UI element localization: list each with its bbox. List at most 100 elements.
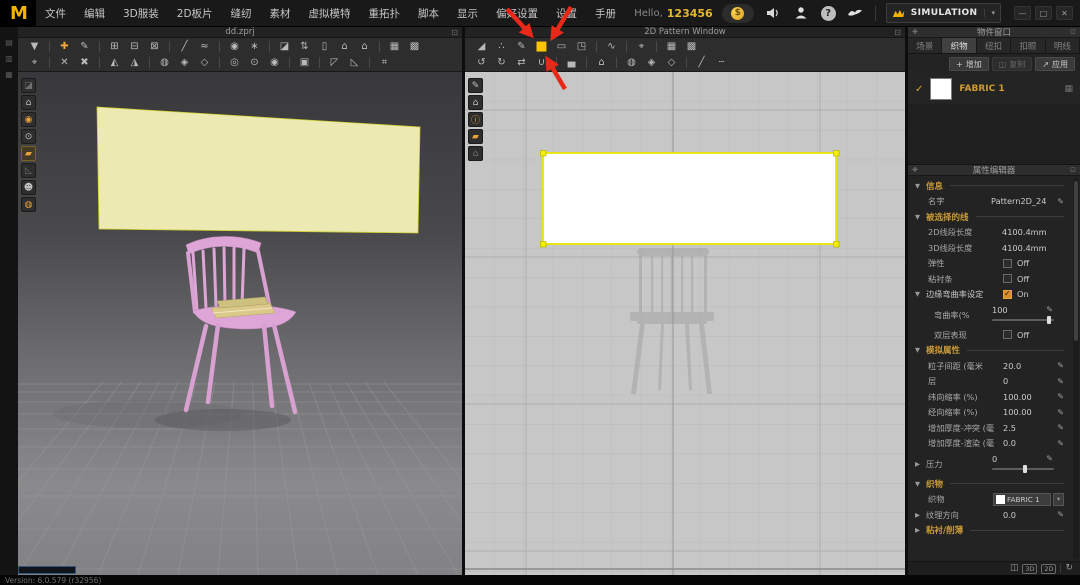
arrange-cloth-b-tool[interactable]: ◮ (125, 55, 144, 70)
symmetry-paste-tool[interactable]: ∪ (532, 55, 551, 70)
pressure-slider[interactable] (992, 465, 1054, 474)
arrange-cloth-a-tool[interactable]: ◭ (105, 55, 124, 70)
collapse-open-icon[interactable]: ▼ (915, 480, 924, 488)
measure-tool[interactable]: ⌗ (375, 55, 394, 70)
pin-tool[interactable]: ⊞ (105, 39, 124, 54)
trace-tool[interactable]: ⌖ (632, 39, 651, 54)
dock-grid-icon[interactable]: ▤ (5, 38, 13, 47)
fabric-dropdown[interactable]: FABRIC 1 (993, 493, 1051, 506)
menu-item-9[interactable]: 脚本 (409, 6, 448, 21)
iron-tool[interactable]: ▄ (562, 55, 581, 70)
edit-pencil-icon[interactable]: ✎ (1053, 361, 1064, 370)
thickness-render-value[interactable]: 0.0 (1003, 438, 1053, 448)
property-editor-titlebar[interactable]: ✚ 属性编辑器 ⊡ (908, 165, 1080, 176)
pattern-piece-2d[interactable] (543, 153, 836, 244)
mesh-quad-tool[interactable]: ◈ (175, 55, 194, 70)
curvature-slider[interactable] (992, 316, 1054, 325)
mesh-tri-tool[interactable]: ◇ (662, 55, 681, 70)
show-shirt-icon[interactable]: ⌂ (335, 39, 354, 54)
close-button[interactable]: ✕ (1056, 6, 1073, 20)
3d-view-button[interactable]: 3D (1022, 564, 1037, 574)
button-tool[interactable]: ◎ (225, 55, 244, 70)
unfold-tool[interactable]: ↺ (472, 55, 491, 70)
pose-avatar-tool[interactable]: ✖ (75, 55, 94, 70)
mode-caret-icon[interactable]: ▾ (984, 9, 995, 17)
pin-screen-tool[interactable]: ⊟ (125, 39, 144, 54)
property-editor-expand-icon[interactable]: ⊡ (1070, 166, 1076, 174)
edit-pencil-icon[interactable]: ✎ (1053, 510, 1064, 519)
coins-button[interactable]: $ (722, 4, 754, 23)
restore-button[interactable]: □ (1035, 6, 1052, 20)
weft-shrinkage-value[interactable]: 100.00 (1003, 392, 1053, 402)
show-avatar-garment-icon[interactable]: ⌂ (355, 39, 374, 54)
collapse-open-icon[interactable]: ▼ (915, 346, 924, 354)
layer-value[interactable]: 0 (1003, 376, 1053, 386)
curvature-checkbox[interactable] (1003, 290, 1012, 299)
environment-icon[interactable]: ◍ (21, 197, 36, 212)
transform-pattern-tool[interactable]: ◢ (472, 39, 491, 54)
collapse-closed-icon[interactable]: ▶ (915, 526, 924, 534)
pinch-tool[interactable]: ◉ (225, 39, 244, 54)
collapse-closed-icon[interactable]: ▶ (915, 460, 924, 468)
add-button[interactable]: +增加 (949, 57, 989, 71)
dock-grid2-icon[interactable]: ▥ (5, 54, 13, 63)
buttonhole-tool[interactable]: ⊙ (245, 55, 264, 70)
scrollbar-handle[interactable] (1074, 181, 1078, 341)
menu-item-2[interactable]: 编辑 (75, 6, 114, 21)
edit-pencil-icon[interactable]: ✎ (1053, 197, 1064, 206)
select-mesh-brush-tool[interactable]: ✎ (75, 39, 94, 54)
object-tab-1[interactable]: 场景 (908, 38, 942, 53)
walk-avatar-tool[interactable]: ⌖ (25, 55, 44, 70)
rectangle-tool[interactable]: ■ (532, 39, 551, 54)
object-window-titlebar[interactable]: ✚ 物件窗口 ⊡ (908, 27, 1080, 38)
pattern-pin-icon[interactable]: ⌂ (468, 95, 483, 110)
pattern-plane-3d[interactable] (97, 107, 420, 233)
edit-pencil-icon[interactable]: ✎ (1053, 392, 1064, 401)
flatten-left-tool[interactable]: ◸ (325, 55, 344, 70)
simulate-tool[interactable]: ▼ (25, 39, 44, 54)
minimize-button[interactable]: — (1014, 6, 1031, 20)
stitch-tool[interactable]: ╱ (692, 55, 711, 70)
double-layer-checkbox[interactable] (1003, 330, 1012, 339)
show-garment-disabled-icon[interactable]: ⌂ (468, 146, 483, 161)
speaker-icon[interactable] (765, 5, 782, 22)
window-3d-titlebar[interactable]: dd.zprj ⊡ (18, 27, 462, 38)
fabric-texture-icon[interactable]: ▦ (1064, 84, 1073, 94)
edit-curve-tool[interactable]: ✎ (512, 39, 531, 54)
show-shoe-icon[interactable]: ◺ (21, 163, 36, 178)
user-icon[interactable] (793, 5, 810, 22)
split-view-button[interactable]: ◫ (1010, 564, 1019, 573)
tack-tool[interactable]: ◍ (155, 55, 174, 70)
viewport-3d[interactable]: ◪⌂◉⊙▰◺☻◍ (18, 72, 462, 575)
menu-item-3[interactable]: 3D服装 (114, 6, 168, 21)
warp-shrinkage-value[interactable]: 100.00 (1003, 407, 1053, 417)
curvature-value[interactable]: 100 (992, 305, 1042, 315)
object-tab-3[interactable]: 纽扣 (977, 38, 1011, 53)
menu-item-11[interactable]: 偏好设置 (487, 6, 547, 21)
edit-pencil-icon[interactable]: ✎ (1053, 408, 1064, 417)
object-tab-4[interactable]: 扣眼 (1011, 38, 1045, 53)
show-garment-icon[interactable]: ⌂ (592, 55, 611, 70)
collapse-closed-icon[interactable]: ▶ (915, 511, 924, 519)
fabric-check-icon[interactable]: ✓ (915, 84, 923, 95)
collapse-open-icon[interactable]: ▼ (915, 182, 924, 190)
menu-item-7[interactable]: 虚拟模特 (300, 6, 360, 21)
paint-fabric-tool[interactable]: ◪ (275, 39, 294, 54)
fabric-view-icon[interactable]: ▰ (21, 146, 36, 161)
edit-pencil-icon[interactable]: ✎ (1053, 423, 1064, 432)
menu-item-5[interactable]: 缝纫 (222, 6, 261, 21)
edit-pencil-icon[interactable]: ✎ (1042, 305, 1053, 314)
pleats-tool[interactable]: ∿ (602, 39, 621, 54)
copy-button[interactable]: ◫复制 (992, 57, 1033, 71)
simulation-mode-button[interactable]: SIMULATION ▾ (886, 3, 1001, 23)
fabric-color-swatch[interactable] (930, 78, 952, 100)
section-info[interactable]: ▼ 信息 (915, 178, 1064, 194)
edit-pencil-icon[interactable]: ✎ (1042, 454, 1053, 463)
object-window-expand-icon[interactable]: ⊡ (1070, 28, 1076, 36)
avatar-pose-icon[interactable]: ◉ (21, 112, 36, 127)
menu-item-10[interactable]: 显示 (448, 6, 487, 21)
bird-icon[interactable] (847, 5, 864, 22)
pin-icon[interactable]: ✚ (912, 28, 918, 36)
menu-item-4[interactable]: 2D板片 (168, 6, 222, 21)
pin-icon[interactable]: ✚ (912, 166, 918, 174)
